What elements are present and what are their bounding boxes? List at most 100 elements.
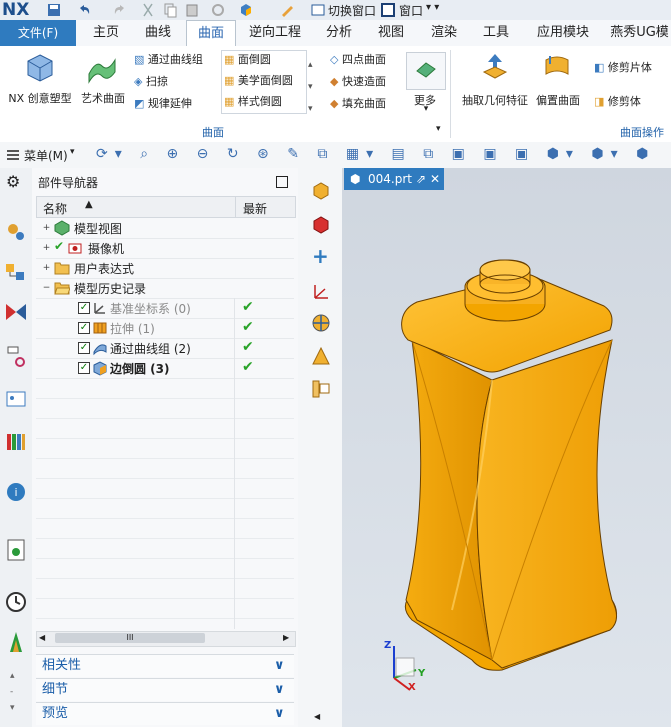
tab-render[interactable]: 渲染: [424, 20, 464, 46]
chevron-down-icon[interactable]: ∨: [274, 679, 285, 701]
web-browser-icon[interactable]: [4, 430, 28, 454]
hd3d-tools-icon[interactable]: [4, 388, 28, 412]
horizontal-scrollbar[interactable]: ◀ III ▶: [36, 631, 296, 647]
object-display-icon[interactable]: [238, 2, 254, 18]
rapid-surfacing-button[interactable]: ◆ 快速造面: [330, 72, 386, 92]
save-icon[interactable]: [46, 2, 62, 18]
tree-row-model-views[interactable]: + 模型视图: [36, 218, 294, 239]
aesthetic-face-blend-button[interactable]: ▦ 美学面倒圆: [224, 71, 293, 91]
expand-icon[interactable]: +: [42, 244, 51, 253]
measure-icon[interactable]: [310, 378, 332, 400]
studio-surface-button[interactable]: 艺术曲面: [78, 90, 128, 106]
float-tab-icon[interactable]: ⇗: [416, 168, 426, 190]
file-tab[interactable]: ⬢ 004.prt ⇗ ✕: [344, 168, 444, 190]
tree-row-extrude[interactable]: ✓ 拉伸 (1) ✔: [36, 318, 294, 339]
column-latest-header[interactable]: 最新: [243, 200, 267, 217]
menu-button[interactable]: 菜单(M): [24, 147, 68, 164]
settings-gear-icon[interactable]: ⚙: [6, 172, 20, 191]
gallery-scroll-icon[interactable]: ▴ ▾ ▾: [308, 54, 313, 120]
clock-icon[interactable]: [4, 590, 28, 614]
maximize-icon[interactable]: [276, 176, 288, 188]
strip-scroll-icon[interactable]: ▴ - ▾: [10, 668, 15, 716]
sweep-button[interactable]: ◈ 扫掠: [134, 72, 168, 92]
reuse-library-icon[interactable]: [4, 344, 28, 368]
tab-yanxiu-ug[interactable]: 燕秀UG模: [608, 20, 671, 46]
history-icon[interactable]: i: [4, 480, 28, 504]
redo-icon[interactable]: [112, 2, 128, 18]
menu-dropdown-icon[interactable]: ▾: [70, 147, 75, 157]
file-menu[interactable]: 文件(F): [0, 20, 76, 46]
tab-tools[interactable]: 工具: [476, 20, 516, 46]
constraint-navigator-icon[interactable]: [4, 260, 28, 284]
face-blend-button[interactable]: ▦ 面倒圆: [224, 50, 271, 70]
repeat-command-icon[interactable]: [210, 2, 226, 18]
chevron-down-icon[interactable]: ∨: [274, 703, 285, 725]
tab-curve[interactable]: 曲线: [138, 20, 178, 46]
window-menu-label[interactable]: 窗口: [399, 2, 423, 19]
details-panel[interactable]: 细节 ∨: [36, 678, 294, 701]
column-divider[interactable]: [235, 197, 236, 217]
fill-surface-button[interactable]: ◆ 填充曲面: [330, 94, 386, 114]
wcs-icon[interactable]: [310, 280, 332, 302]
visibility-checkbox[interactable]: ✓: [78, 362, 90, 374]
view-toolbar-icons[interactable]: ⟳▾ ⌕ ⊕ ⊖ ↻ ⊛ ✎ ⧉ ▦▾ ▤ ⧉ ▣ ▣ ▣ ⬢▾ ⬢▾ ⬢ ⬢ …: [96, 146, 666, 164]
expand-icon[interactable]: +: [42, 224, 51, 233]
law-extension-button[interactable]: ◩ 规律延伸: [134, 94, 192, 114]
more-dropdown-icon[interactable]: ▾: [420, 104, 432, 114]
tree-row-camera[interactable]: + ✔ 摄像机: [36, 238, 294, 259]
tab-view[interactable]: 视图: [370, 20, 412, 46]
window-dropdown-icon[interactable]: ▾ ▾: [426, 2, 439, 13]
section-view-icon[interactable]: [310, 312, 332, 334]
trim-body-button[interactable]: ◨ 修剪体: [594, 92, 641, 112]
dependencies-panel[interactable]: 相关性 ∨: [36, 654, 294, 677]
process-studio-icon[interactable]: [4, 538, 28, 562]
four-point-surface-button[interactable]: ◇ 四点曲面: [330, 50, 386, 70]
switch-window-label[interactable]: 切换窗口: [328, 2, 376, 19]
cut-icon[interactable]: [140, 2, 156, 18]
undo-icon[interactable]: [76, 2, 92, 18]
trimetric-view-icon[interactable]: [310, 214, 332, 236]
column-name-header[interactable]: 名称: [43, 200, 67, 217]
part-navigator-icon[interactable]: [4, 300, 28, 324]
close-tab-icon[interactable]: ✕: [430, 168, 440, 190]
trim-sheet-button[interactable]: ◧ 修剪片体: [594, 58, 652, 78]
group-expand-icon[interactable]: ▾: [436, 124, 441, 134]
sort-ascending-icon[interactable]: ▲: [85, 199, 93, 210]
tree-row-model-history[interactable]: − 模型历史记录: [36, 278, 294, 299]
tree-row-datum-csys[interactable]: ✓ 基准坐标系 (0) ✔: [36, 298, 294, 319]
visibility-checkbox[interactable]: ✓: [78, 322, 90, 334]
add-icon[interactable]: +: [312, 244, 329, 268]
graphics-window[interactable]: ⬢ 004.prt ⇗ ✕ Z Y X: [342, 168, 671, 727]
tab-home[interactable]: 主页: [86, 20, 126, 46]
offset-surface-button[interactable]: 偏置曲面: [532, 92, 584, 108]
switch-window-icon[interactable]: [310, 2, 326, 18]
chevron-down-icon[interactable]: ∨: [274, 655, 285, 677]
scroll-right-icon[interactable]: ▶: [283, 633, 289, 642]
styled-blend-button[interactable]: ▦ 样式倒圆: [224, 92, 282, 112]
collapse-icon[interactable]: −: [42, 284, 51, 293]
visibility-checkbox[interactable]: ✓: [78, 342, 90, 354]
assembly-navigator-icon[interactable]: [4, 220, 28, 244]
paste-icon[interactable]: [184, 2, 200, 18]
shade-view-icon[interactable]: [310, 346, 332, 368]
tree-row-user-expressions[interactable]: + 用户表达式: [36, 258, 294, 279]
scroll-thumb[interactable]: III: [55, 633, 205, 643]
tab-analysis[interactable]: 分析: [318, 20, 360, 46]
tab-reverse-engineering[interactable]: 逆向工程: [240, 20, 310, 46]
tab-application[interactable]: 应用模块: [528, 20, 598, 46]
scroll-down-icon[interactable]: ◀: [314, 712, 320, 721]
window-icon[interactable]: [380, 2, 396, 18]
preview-panel[interactable]: 预览 ∨: [36, 702, 294, 725]
through-curves-button[interactable]: ▧ 通过曲线组: [134, 50, 203, 70]
tree-row-through-curves[interactable]: ✓ 通过曲线组 (2) ✔: [36, 338, 294, 359]
tab-surface[interactable]: 曲面: [186, 20, 236, 47]
edit-object-icon[interactable]: [280, 2, 296, 18]
copy-icon[interactable]: [162, 2, 178, 18]
roles-icon[interactable]: [4, 630, 28, 654]
expand-icon[interactable]: +: [42, 264, 51, 273]
tree-row-edge-blend[interactable]: ✓ 边倒圆 (3) ✔: [36, 358, 294, 379]
scroll-left-icon[interactable]: ◀: [39, 633, 45, 642]
extract-geometry-button[interactable]: 抽取几何特征: [458, 92, 532, 108]
nx-creative-modeling-button[interactable]: NX 创意塑型: [4, 90, 76, 106]
visibility-checkbox[interactable]: ✓: [78, 302, 90, 314]
